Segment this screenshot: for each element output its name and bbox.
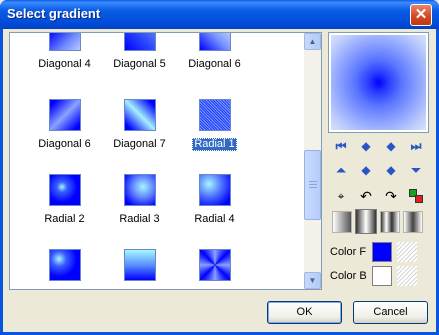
gradient-swatch <box>198 249 231 281</box>
last-icon[interactable]: ⏭ <box>406 136 426 156</box>
gradient-label: Radial 2 <box>44 213 85 225</box>
preview-image <box>331 35 426 130</box>
rotate-left-icon[interactable]: ↶ <box>356 186 376 206</box>
scroll-up-button[interactable]: ▲ <box>304 33 321 50</box>
color-b-swatch[interactable] <box>372 266 392 286</box>
gradient-type-inverse-button[interactable] <box>403 211 423 233</box>
color-f-none-swatch[interactable] <box>397 242 417 262</box>
gradient-preview <box>328 32 429 133</box>
gradient-type-repeat-button[interactable] <box>380 211 400 233</box>
gradient-item[interactable] <box>177 249 252 289</box>
scroll-down-button[interactable]: ▼ <box>304 272 321 289</box>
cancel-button[interactable]: Cancel <box>353 301 428 324</box>
gradient-swatch <box>123 99 156 131</box>
gradient-label: Radial 4 <box>194 213 235 225</box>
gradient-swatch <box>198 99 231 131</box>
center-icon[interactable]: ⌖ <box>331 186 351 206</box>
gradient-swatch <box>48 249 81 281</box>
scroll-thumb[interactable] <box>304 150 321 220</box>
gradient-item[interactable]: Diagonal 7 <box>102 99 177 151</box>
thumb-grip <box>309 187 317 188</box>
gradient-item[interactable]: Radial 2 <box>27 174 102 226</box>
vertical-scrollbar[interactable]: ▲ ▼ <box>304 33 321 289</box>
next-icon[interactable]: ◆ <box>381 136 401 156</box>
gradient-item[interactable]: Diagonal 6 <box>27 99 102 151</box>
gradient-item[interactable]: Diagonal 6 <box>177 33 252 71</box>
gradient-item[interactable]: Radial 4 <box>177 174 252 226</box>
gradient-swatch <box>123 174 156 206</box>
top-icon[interactable]: ⏶ <box>331 160 351 180</box>
gradient-swatch <box>48 33 81 51</box>
color-b-none-swatch[interactable] <box>397 266 417 286</box>
bottom-icon[interactable]: ⏷ <box>406 160 426 180</box>
close-button[interactable]: ✕ <box>410 4 432 26</box>
gradient-item[interactable]: Radial 3 <box>102 174 177 226</box>
gradient-label: Diagonal 7 <box>113 138 166 150</box>
prev-icon[interactable]: ◆ <box>356 136 376 156</box>
swap-colors-icon[interactable] <box>406 186 426 206</box>
gradient-label: Diagonal 6 <box>38 138 91 150</box>
gradient-label: Radial 3 <box>119 213 160 225</box>
gradient-label: Radial 1 <box>192 138 237 151</box>
gradient-label: Diagonal 5 <box>113 58 166 70</box>
gradient-swatch <box>198 33 231 51</box>
gradient-label: Diagonal 6 <box>188 58 241 70</box>
gradient-swatch <box>123 33 156 51</box>
thumb-grip <box>309 184 317 185</box>
gradient-list[interactable]: Diagonal 4 Diagonal 5 Diagonal 6 Diagona… <box>9 32 322 290</box>
gradient-item[interactable] <box>102 249 177 289</box>
dialog-window: Select gradient ✕ Diagonal 4 Diagonal 5 … <box>0 0 439 335</box>
gradient-type-linear-button[interactable] <box>332 211 352 233</box>
swap-red-square <box>415 195 423 203</box>
color-f-label: Color F <box>330 246 367 258</box>
gradient-item-selected[interactable]: Radial 1 <box>177 99 252 151</box>
color-b-label: Color B <box>330 270 367 282</box>
up-icon[interactable]: ◆ <box>356 160 376 180</box>
gradient-swatch <box>48 99 81 131</box>
gradient-item[interactable] <box>27 249 102 289</box>
gradient-item[interactable]: Diagonal 5 <box>102 33 177 71</box>
first-icon[interactable]: ⏮ <box>331 136 351 156</box>
gradient-swatch <box>123 249 156 281</box>
gradient-swatch <box>198 174 231 206</box>
window-title: Select gradient <box>7 6 101 21</box>
gradient-label: Diagonal 4 <box>38 58 91 70</box>
ok-button[interactable]: OK <box>267 301 342 324</box>
down-icon[interactable]: ◆ <box>381 160 401 180</box>
gradient-type-mirror-button[interactable] <box>355 209 377 234</box>
color-f-swatch[interactable] <box>372 242 392 262</box>
title-bar[interactable]: Select gradient ✕ <box>0 0 439 29</box>
rotate-right-icon[interactable]: ↷ <box>381 186 401 206</box>
gradient-item[interactable]: Diagonal 4 <box>27 33 102 71</box>
gradient-swatch <box>48 174 81 206</box>
thumb-grip <box>309 181 317 182</box>
dialog-body: Diagonal 4 Diagonal 5 Diagonal 6 Diagona… <box>3 29 436 332</box>
